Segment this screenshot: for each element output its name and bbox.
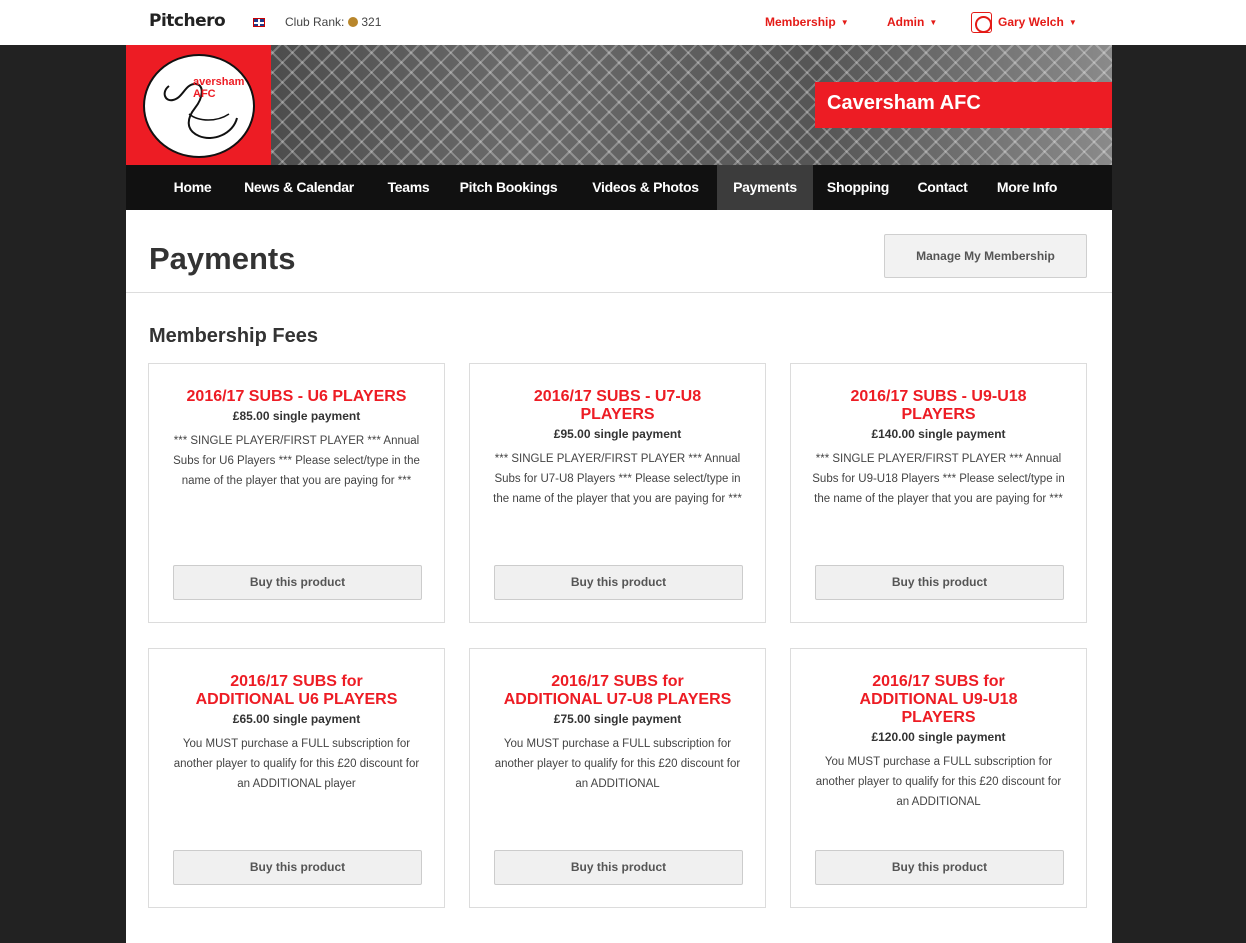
pitchero-logo[interactable]: Pitchero [149, 11, 226, 31]
product-title: 2016/17 SUBS - U6 PLAYERS [186, 388, 407, 405]
membership-menu-label: Membership [765, 15, 836, 29]
product-description: You MUST purchase a FULL subscription fo… [494, 738, 741, 790]
uk-flag-icon [253, 18, 265, 27]
club-crest: aversham AFC [143, 54, 255, 158]
product-card: 2016/17 SUBS for ADDITIONAL U7-U8 PLAYER… [469, 648, 766, 908]
buy-product-button[interactable]: Buy this product [173, 850, 422, 885]
nav-item-pitch-bookings[interactable]: Pitch Bookings [446, 165, 571, 210]
buy-product-button[interactable]: Buy this product [815, 850, 1064, 885]
product-title: 2016/17 SUBS for ADDITIONAL U9-U18 PLAYE… [859, 673, 1018, 726]
product-price: £85.00 single payment [232, 409, 361, 423]
product-description: *** SINGLE PLAYER/FIRST PLAYER *** Annua… [173, 435, 420, 487]
divider [126, 292, 1112, 293]
caret-down-icon: ▼ [840, 18, 849, 27]
user-menu[interactable]: Gary Welch ▼ [998, 15, 1077, 29]
nav-item-more-info[interactable]: More Info [984, 165, 1070, 210]
section-title: Membership Fees [149, 325, 318, 347]
product-price: £120.00 single payment [871, 730, 1006, 744]
main-panel: aversham AFC Caversham AFC Home News & C… [126, 45, 1112, 943]
product-card: 2016/17 SUBS - U6 PLAYERS £85.00 single … [148, 363, 445, 623]
medal-icon [348, 17, 359, 27]
nav-item-videos-photos[interactable]: Videos & Photos [575, 165, 716, 210]
product-description: *** SINGLE PLAYER/FIRST PLAYER *** Annua… [493, 453, 742, 505]
user-menu-label: Gary Welch [998, 15, 1064, 29]
club-rank: Club Rank: 321 [285, 15, 381, 29]
product-price: £75.00 single payment [553, 712, 682, 726]
product-card: 2016/17 SUBS for ADDITIONAL U9-U18 PLAYE… [790, 648, 1087, 908]
club-logo[interactable]: aversham AFC [126, 45, 271, 165]
product-title: 2016/17 SUBS for ADDITIONAL U7-U8 PLAYER… [503, 673, 732, 708]
header-banner: aversham AFC Caversham AFC [126, 45, 1112, 165]
product-price: £65.00 single payment [232, 712, 361, 726]
club-name: Caversham AFC [815, 82, 1112, 128]
top-bar: Pitchero Club Rank: 321 Membership ▼ Admin… [0, 0, 1246, 45]
manage-membership-button[interactable]: Manage My Membership [884, 234, 1087, 278]
nav-item-home[interactable]: Home [163, 165, 222, 210]
nav-item-payments[interactable]: Payments [717, 165, 813, 210]
product-card: 2016/17 SUBS - U9-U18 PLAYERS £140.00 si… [790, 363, 1087, 623]
buy-product-button[interactable]: Buy this product [815, 565, 1064, 600]
product-title: 2016/17 SUBS - U7-U8 PLAYERS [533, 388, 702, 423]
nav-item-shopping[interactable]: Shopping [815, 165, 901, 210]
main-nav: Home News & Calendar Teams Pitch Booking… [126, 165, 1112, 210]
club-rank-value: 321 [361, 15, 382, 29]
membership-menu[interactable]: Membership ▼ [765, 15, 849, 29]
product-title: 2016/17 SUBS for ADDITIONAL U6 PLAYERS [195, 673, 398, 708]
admin-menu[interactable]: Admin ▼ [887, 15, 937, 29]
product-description: You MUST purchase a FULL subscription fo… [173, 738, 420, 790]
product-card: 2016/17 SUBS - U7-U8 PLAYERS £95.00 sing… [469, 363, 766, 623]
buy-product-button[interactable]: Buy this product [494, 850, 743, 885]
product-price: £95.00 single payment [553, 427, 682, 441]
user-avatar-icon[interactable] [971, 12, 992, 33]
nav-item-teams[interactable]: Teams [375, 165, 442, 210]
caret-down-icon: ▼ [929, 18, 938, 27]
product-description: *** SINGLE PLAYER/FIRST PLAYER *** Annua… [812, 453, 1065, 505]
admin-menu-label: Admin [887, 15, 925, 29]
nav-item-news-calendar[interactable]: News & Calendar [227, 165, 371, 210]
nav-item-contact[interactable]: Contact [905, 165, 980, 210]
product-title: 2016/17 SUBS - U9-U18 PLAYERS [850, 388, 1027, 423]
product-description: You MUST purchase a FULL subscription fo… [815, 756, 1062, 808]
club-rank-label: Club Rank: [285, 15, 345, 29]
buy-product-button[interactable]: Buy this product [173, 565, 422, 600]
buy-product-button[interactable]: Buy this product [494, 565, 743, 600]
page-title: Payments [149, 241, 296, 276]
product-card: 2016/17 SUBS for ADDITIONAL U6 PLAYERS £… [148, 648, 445, 908]
club-crest-text: aversham AFC [193, 76, 245, 100]
product-price: £140.00 single payment [871, 427, 1006, 441]
caret-down-icon: ▼ [1068, 18, 1077, 27]
